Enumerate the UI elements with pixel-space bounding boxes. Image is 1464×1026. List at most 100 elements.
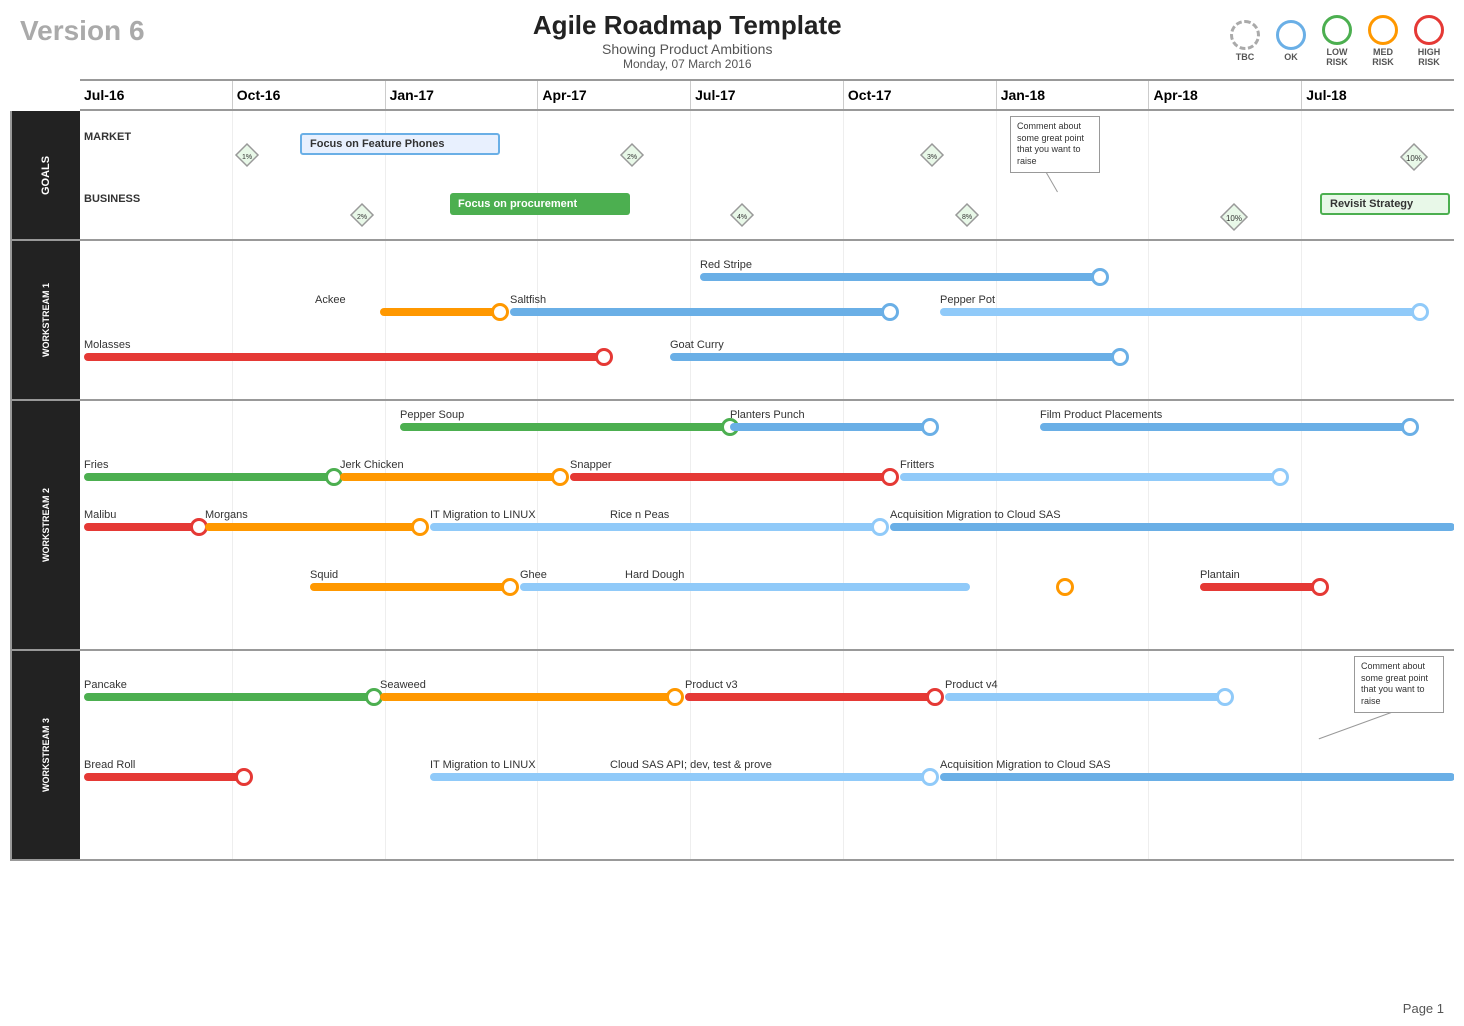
film-product-end-circle <box>1401 418 1419 436</box>
pancake-bar <box>84 693 374 701</box>
month-oct17: Oct-17 <box>844 81 997 109</box>
tbc-circle <box>1230 20 1260 50</box>
legend-high: HIGHRISK <box>1414 15 1444 67</box>
comment-box-2: Comment about some great point that you … <box>1354 656 1444 713</box>
red-stripe-label: Red Stripe <box>700 259 752 271</box>
hard-dough-bar <box>520 583 970 591</box>
molasses-label: Molasses <box>84 339 130 351</box>
diamond-8pct: 8% <box>955 203 979 227</box>
subtitle: Showing Product Ambitions <box>533 41 842 57</box>
main-title: Agile Roadmap Template <box>533 10 842 41</box>
jerk-chicken-label: Jerk Chicken <box>340 459 404 471</box>
header: Version 6 Agile Roadmap Template Showing… <box>10 10 1454 71</box>
diamond-2pct-market: 2% <box>620 143 644 167</box>
diamond-10pct-business: 10% <box>1220 203 1248 231</box>
hard-dough-label: Hard Dough <box>625 569 684 581</box>
business-label: BUSINESS <box>84 193 140 205</box>
molasses-bar <box>84 353 604 361</box>
malibu-bar <box>84 523 199 531</box>
ackee-end-circle <box>491 303 509 321</box>
planters-punch-label: Planters Punch <box>730 409 805 421</box>
pepper-soup-label: Pepper Soup <box>400 409 464 421</box>
product-v3-bar <box>685 693 935 701</box>
main-content: GOALS MARKET <box>10 111 1454 861</box>
ws2-content: Pepper Soup Planters Punch Film Product … <box>80 401 1454 649</box>
plantain-end-circle <box>1311 578 1329 596</box>
fries-bar <box>84 473 334 481</box>
month-apr17: Apr-17 <box>538 81 691 109</box>
product-v3-end-circle <box>926 688 944 706</box>
diamond-10pct-market: 10% <box>1400 143 1428 171</box>
fritters-end-circle <box>1271 468 1289 486</box>
market-label: MARKET <box>84 131 131 143</box>
goat-curry-end-circle <box>1111 348 1129 366</box>
film-product-label: Film Product Placements <box>1040 409 1162 421</box>
morgans-end-circle <box>411 518 429 536</box>
molasses-end-circle <box>595 348 613 366</box>
title-block: Agile Roadmap Template Showing Product A… <box>533 10 842 71</box>
goals-section: GOALS MARKET <box>10 111 1454 241</box>
ws1-section: WORKSTREAM 1 Red Stripe <box>10 241 1454 401</box>
product-v4-label: Product v4 <box>945 679 998 691</box>
version-label: Version 6 <box>20 10 145 47</box>
revisit-strategy-bar[interactable]: Revisit Strategy <box>1320 193 1450 215</box>
product-v4-end-circle <box>1216 688 1234 706</box>
squid-bar <box>310 583 510 591</box>
malibu-label: Malibu <box>84 509 116 521</box>
it-migration-ws2-label: IT Migration to LINUX <box>430 509 536 521</box>
hard-dough-end-circle <box>1056 578 1074 596</box>
film-product-bar <box>1040 423 1410 431</box>
acquisition-ws3-bar <box>940 773 1454 781</box>
acquisition-ws3-label: Acquisition Migration to Cloud SAS <box>940 759 1111 771</box>
focus-feature-phones-bar[interactable]: Focus on Feature Phones <box>300 133 500 155</box>
date-text: Monday, 07 March 2016 <box>533 57 842 71</box>
main-page: { "header": { "version": "Version 6", "t… <box>0 0 1464 1026</box>
svg-text:10%: 10% <box>1226 214 1242 223</box>
cloud-sas-bar <box>430 773 930 781</box>
goat-curry-label: Goat Curry <box>670 339 724 351</box>
acquisition-ws2-label: Acquisition Migration to Cloud SAS <box>890 509 1061 521</box>
acquisition-ws2-bar <box>890 523 1454 531</box>
svg-text:4%: 4% <box>737 214 747 221</box>
pepper-pot-label: Pepper Pot <box>940 294 995 306</box>
svg-text:10%: 10% <box>1406 154 1422 163</box>
page-number: Page 1 <box>1403 1001 1444 1016</box>
it-migration-ws3-label: IT Migration to LINUX <box>430 759 536 771</box>
comment-box-1: Comment about some great point that you … <box>1010 116 1100 173</box>
goat-curry-bar <box>670 353 1120 361</box>
svg-text:2%: 2% <box>357 214 367 221</box>
fries-label: Fries <box>84 459 108 471</box>
cloud-sas-end-circle <box>921 768 939 786</box>
pepper-soup-bar <box>400 423 730 431</box>
timeline-header: Jul-16 Oct-16 Jan-17 Apr-17 Jul-17 Oct-1… <box>80 79 1454 111</box>
legend-low: LOWRISK <box>1322 15 1352 67</box>
diamond-3pct: 3% <box>920 143 944 167</box>
svg-text:3%: 3% <box>927 154 937 161</box>
squid-end-circle <box>501 578 519 596</box>
ackee-label: Ackee <box>315 294 346 306</box>
svg-text:2%: 2% <box>627 154 637 161</box>
jerk-chicken-bar <box>340 473 560 481</box>
focus-procurement-bar[interactable]: Focus on procurement <box>450 193 630 215</box>
jerk-chicken-end-circle <box>551 468 569 486</box>
bread-roll-end-circle <box>235 768 253 786</box>
saltfish-bar <box>510 308 890 316</box>
pepper-pot-end-circle <box>1411 303 1429 321</box>
svg-text:8%: 8% <box>962 214 972 221</box>
planters-punch-end-circle <box>921 418 939 436</box>
saltfish-label: Saltfish <box>510 294 546 306</box>
ws3-label: WORKSTREAM 3 <box>10 651 80 859</box>
month-jul16: Jul-16 <box>80 81 233 109</box>
seaweed-label: Seaweed <box>380 679 426 691</box>
morgans-bar <box>205 523 420 531</box>
ws3-section: WORKSTREAM 3 Comment about some great po… <box>10 651 1454 861</box>
ws1-label: WORKSTREAM 1 <box>10 241 80 399</box>
legend-med: MEDRISK <box>1368 15 1398 67</box>
rice-peas-bar <box>430 523 880 531</box>
ws1-content: Red Stripe Ackee Saltfish Pepper Pot M <box>80 241 1454 399</box>
ok-circle <box>1276 20 1306 50</box>
rice-peas-end-circle <box>871 518 889 536</box>
rice-peas-label: Rice n Peas <box>610 509 669 521</box>
ws3-content: Comment about some great point that you … <box>80 651 1454 859</box>
svg-text:1%: 1% <box>242 154 252 161</box>
